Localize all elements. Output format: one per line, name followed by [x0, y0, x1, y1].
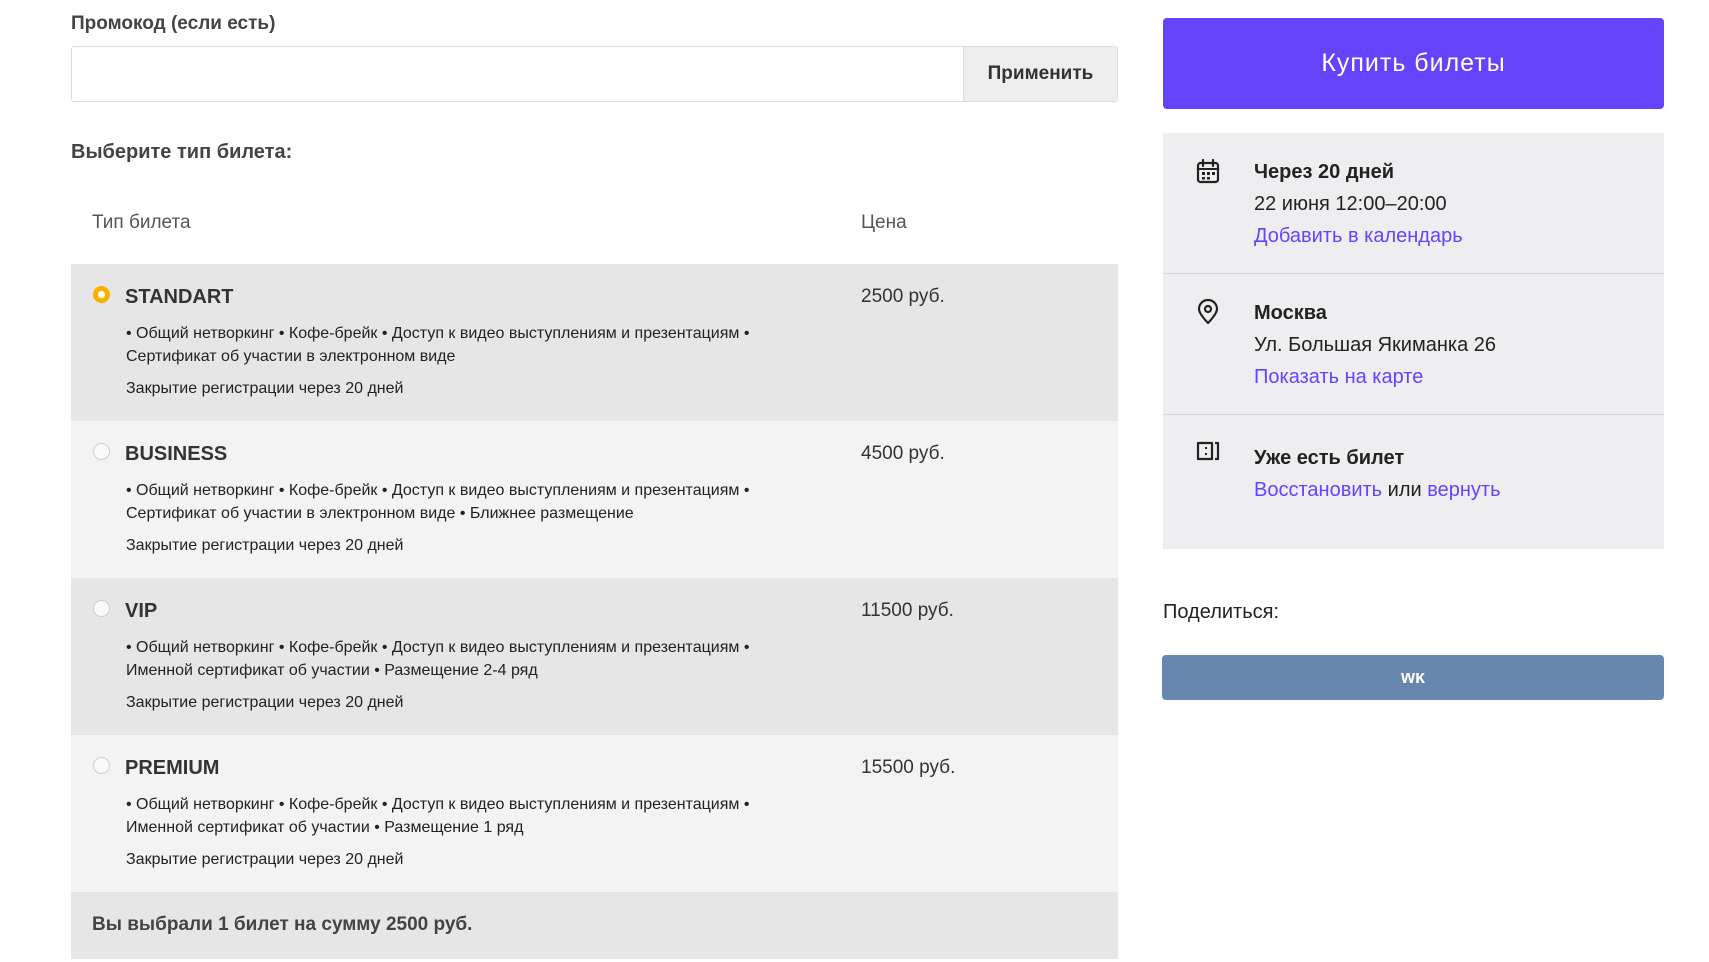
- event-info-panel: Через 20 дней 22 июня 12:00–20:00 Добави…: [1163, 133, 1664, 549]
- vk-share-button[interactable]: ᴡᴋ: [1162, 655, 1664, 700]
- ticket-description-line: • Общий нетворкинг • Кофе-брейк • Доступ…: [126, 325, 750, 342]
- ticket-price: 4500 руб.: [861, 443, 945, 464]
- ticket-description-line: • Общий нетворкинг • Кофе-брейк • Доступ…: [126, 482, 750, 499]
- radio-premium[interactable]: [93, 757, 110, 774]
- promo-row: Применить: [71, 46, 1118, 102]
- order-summary-text: Вы выбрали 1 билет на сумму 2500 руб.: [92, 914, 473, 935]
- ticket-description-line: Именной сертификат об участии • Размещен…: [126, 819, 524, 836]
- show-on-map-link[interactable]: Показать на карте: [1254, 366, 1423, 389]
- radio-business[interactable]: [93, 443, 110, 460]
- share-label: Поделиться:: [1163, 601, 1279, 623]
- vk-icon: ᴡᴋ: [1400, 667, 1426, 687]
- restore-ticket-link[interactable]: Восстановить: [1254, 479, 1382, 501]
- promo-input[interactable]: [72, 47, 963, 101]
- ticket-type-heading: Выберите тип билета:: [71, 141, 293, 163]
- ticket-closing-note: Закрытие регистрации через 20 дней: [126, 537, 404, 554]
- ticket-table-header: Тип билета Цена: [71, 212, 1118, 242]
- ticket-row-vip[interactable]: VIP • Общий нетворкинг • Кофе-брейк • До…: [71, 578, 1118, 735]
- add-to-calendar-link[interactable]: Добавить в календарь: [1254, 225, 1463, 248]
- ticket-row-premium[interactable]: PREMIUM • Общий нетворкинг • Кофе-брейк …: [71, 735, 1118, 892]
- ticket-description-line: • Общий нетворкинг • Кофе-брейк • Доступ…: [126, 796, 750, 813]
- ticket-description-line: Сертификат об участии в электронном виде…: [126, 505, 634, 522]
- radio-standart[interactable]: [93, 286, 110, 303]
- column-header-price: Цена: [861, 212, 907, 233]
- ticket-closing-note: Закрытие регистрации через 20 дней: [126, 380, 404, 397]
- have-ticket-actions: Восстановить или вернуть: [1254, 479, 1501, 502]
- apply-promo-button[interactable]: Применить: [963, 47, 1117, 101]
- promo-label: Промокод (если есть): [71, 13, 276, 34]
- ticket-closing-note: Закрытие регистрации через 20 дней: [126, 851, 404, 868]
- event-city: Москва: [1254, 302, 1327, 324]
- ticket-list: STANDART • Общий нетворкинг • Кофе-брейк…: [71, 264, 1118, 892]
- buy-tickets-button[interactable]: Купить билеты: [1163, 18, 1664, 109]
- ticket-price: 15500 руб.: [861, 757, 956, 778]
- ticket-description-line: • Общий нетворкинг • Кофе-брейк • Доступ…: [126, 639, 750, 656]
- ticket-row-business[interactable]: BUSINESS • Общий нетворкинг • Кофе-брейк…: [71, 421, 1118, 578]
- ticket-icon: [1196, 441, 1220, 461]
- ticket-name: PREMIUM: [125, 757, 220, 779]
- return-ticket-link[interactable]: вернуть: [1427, 479, 1500, 501]
- ticket-description: • Общий нетворкинг • Кофе-брейк • Доступ…: [126, 636, 826, 682]
- ticket-price: 2500 руб.: [861, 286, 945, 307]
- event-date-time: 22 июня 12:00–20:00: [1254, 193, 1447, 215]
- ticket-closing-note: Закрытие регистрации через 20 дней: [126, 694, 404, 711]
- event-date-section: Через 20 дней 22 июня 12:00–20:00 Добави…: [1163, 133, 1664, 273]
- map-pin-icon: [1197, 299, 1219, 325]
- ticket-description: • Общий нетворкинг • Кофе-брейк • Доступ…: [126, 793, 826, 839]
- ticket-description: • Общий нетворкинг • Кофе-брейк • Доступ…: [126, 479, 826, 525]
- event-location-section: Москва Ул. Большая Якиманка 26 Показать …: [1163, 273, 1664, 414]
- or-text: или: [1387, 479, 1422, 501]
- ticket-name: BUSINESS: [125, 443, 228, 465]
- have-ticket-title: Уже есть билет: [1254, 447, 1405, 469]
- event-date-title: Через 20 дней: [1254, 161, 1395, 183]
- ticket-name: STANDART: [125, 286, 234, 308]
- ticket-description: • Общий нетворкинг • Кофе-брейк • Доступ…: [126, 322, 826, 368]
- ticket-description-line: Сертификат об участии в электронном виде: [126, 348, 456, 365]
- column-header-type: Тип билета: [92, 212, 191, 233]
- ticket-row-standart[interactable]: STANDART • Общий нетворкинг • Кофе-брейк…: [71, 264, 1118, 421]
- have-ticket-section: Уже есть билет Восстановить или вернуть: [1163, 414, 1664, 549]
- ticket-price: 11500 руб.: [861, 600, 954, 621]
- ticket-name: VIP: [125, 600, 158, 622]
- event-address: Ул. Большая Якиманка 26: [1254, 334, 1497, 356]
- radio-vip[interactable]: [93, 600, 110, 617]
- calendar-icon: [1196, 158, 1220, 184]
- ticket-description-line: Именной сертификат об участии • Размещен…: [126, 662, 538, 679]
- order-summary: Вы выбрали 1 билет на сумму 2500 руб.: [71, 892, 1118, 959]
